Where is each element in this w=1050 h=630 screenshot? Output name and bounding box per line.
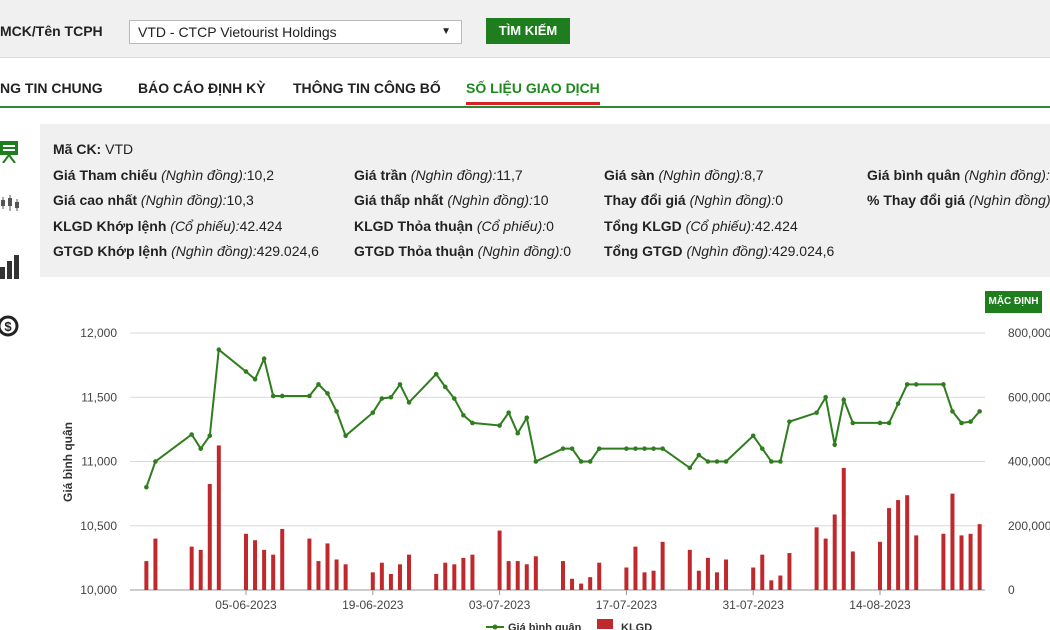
average-price: Giá bình quân (Nghìn đồng):- xyxy=(867,167,1050,183)
presentation-icon[interactable] xyxy=(0,137,20,168)
lowest-price: Giá thấp nhất (Nghìn đồng):10 xyxy=(354,192,549,208)
search-button[interactable]: TÌM KIẾM xyxy=(486,18,570,44)
price-change: Thay đổi giá (Nghìn đồng):0 xyxy=(604,192,783,208)
search-bar: MCK/Tên TCPH VTD - CTCP Vietourist Holdi… xyxy=(0,0,1050,58)
price-change-percent: % Thay đổi giá (Nghìn đồng):0 xyxy=(867,192,1050,208)
negotiated-value: GTGD Thỏa thuận (Nghìn đồng):0 xyxy=(354,243,572,259)
total-value: Tổng GTGD (Nghìn đồng):429.024,6 xyxy=(604,243,835,259)
negotiated-volume: KLGD Thỏa thuận (Cổ phiếu):0 xyxy=(354,218,554,234)
tab-disclosures[interactable]: THÔNG TIN CÔNG BỐ xyxy=(293,80,441,96)
highest-price: Giá cao nhất (Nghìn đồng):10,3 xyxy=(53,192,254,208)
company-select[interactable]: VTD - CTCP Vietourist Holdings ▼ xyxy=(129,20,462,44)
chevron-down-icon: ▼ xyxy=(441,26,451,37)
matched-volume: KLGD Khớp lệnh (Cổ phiếu):42.424 xyxy=(53,218,283,234)
trading-summary: Mã CK: VTD Giá Tham chiếu (Nghìn đồng):1… xyxy=(40,124,1050,277)
chart-area xyxy=(40,277,1050,630)
ticker-row: Mã CK: VTD xyxy=(53,141,134,157)
ref-price: Giá Tham chiếu (Nghìn đồng):10,2 xyxy=(53,167,274,183)
floor-price: Giá sàn (Nghìn đồng):8,7 xyxy=(604,167,764,183)
company-select-value: VTD - CTCP Vietourist Holdings xyxy=(138,24,337,40)
svg-text:$: $ xyxy=(4,319,12,334)
tab-periodic-reports[interactable]: BÁO CÁO ĐỊNH KỲ xyxy=(138,80,266,96)
search-label: MCK/Tên TCPH xyxy=(0,23,103,39)
dollar-icon[interactable]: $ xyxy=(0,313,22,344)
tab-bar: NG TIN CHUNG BÁO CÁO ĐỊNH KỲ THÔNG TIN C… xyxy=(0,70,1050,108)
tab-trading-data[interactable]: SỐ LIỆU GIAO DỊCH xyxy=(466,80,600,105)
ceiling-price: Giá trần (Nghìn đồng):11,7 xyxy=(354,167,523,183)
total-volume: Tổng KLGD (Cổ phiếu):42.424 xyxy=(604,218,798,234)
bar-chart-icon[interactable] xyxy=(0,253,22,284)
default-view-button[interactable]: MẶC ĐỊNH xyxy=(985,291,1042,313)
tab-general-info[interactable]: NG TIN CHUNG xyxy=(0,80,103,96)
candlestick-icon[interactable] xyxy=(0,193,22,218)
matched-value: GTGD Khớp lệnh (Nghìn đồng):429.024,6 xyxy=(53,243,319,259)
